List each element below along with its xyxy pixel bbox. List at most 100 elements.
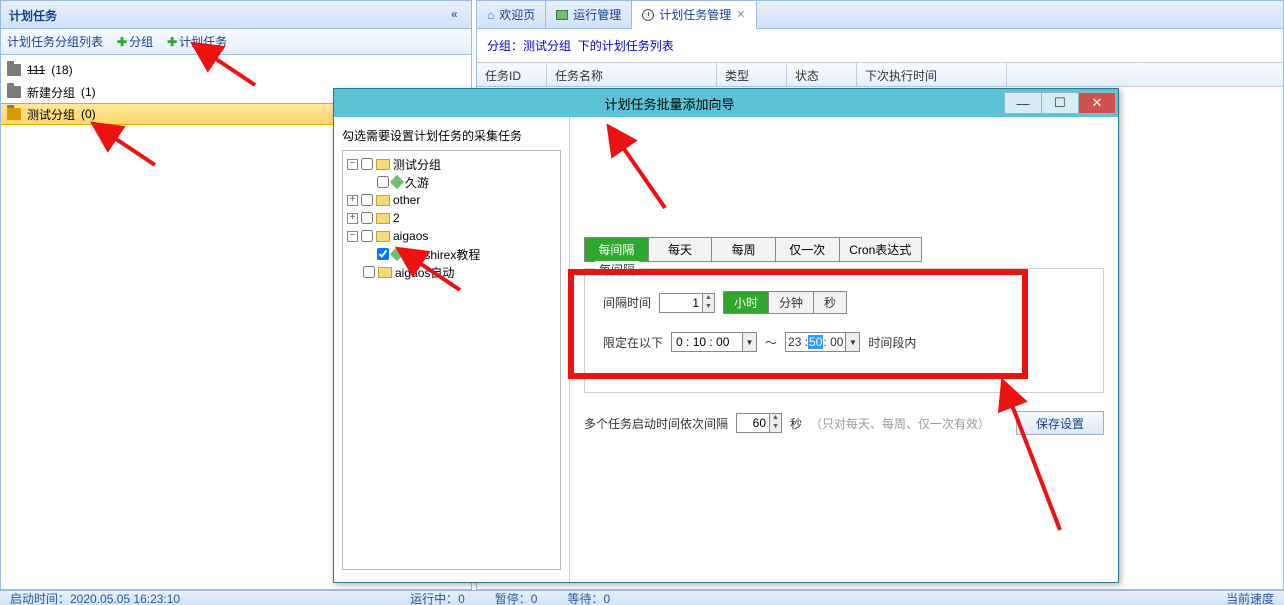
node-checkbox[interactable] <box>361 230 373 242</box>
spin-down-icon[interactable]: ▼ <box>770 423 781 432</box>
close-button[interactable]: ✕ <box>1078 92 1116 114</box>
col-type[interactable]: 类型 <box>717 63 787 86</box>
node-checkbox[interactable] <box>363 266 375 278</box>
tree-leaf[interactable]: cheshirex教程 <box>347 245 556 263</box>
wizard-dialog: 计划任务批量添加向导 ― ☐ ✕ 勾选需要设置计划任务的采集任务 −测试分组 久… <box>333 88 1119 583</box>
folder-icon <box>376 195 390 206</box>
leaf-icon <box>390 247 404 261</box>
tabs-bar: ⌂欢迎页 运行管理 计划任务管理✕ <box>477 1 1283 29</box>
col-next[interactable]: 下次执行时间 <box>857 63 1007 86</box>
expand-icon[interactable]: + <box>347 195 358 206</box>
interval-fieldset: 每间隔 间隔时间 ▲▼ 小时 分钟 秒 限定在以下 ▼ <box>584 268 1104 393</box>
col-id[interactable]: 任务ID <box>477 63 547 86</box>
tab-cron[interactable]: Cron表达式 <box>840 238 921 261</box>
tree-node[interactable]: +other <box>347 191 556 209</box>
tilde: ～ <box>765 334 777 351</box>
sub-header: 分组：测试分组 下的计划任务列表 <box>477 29 1283 63</box>
interval-row: 间隔时间 ▲▼ 小时 分钟 秒 <box>603 291 1085 314</box>
minimize-button[interactable]: ― <box>1004 92 1042 114</box>
save-button[interactable]: 保存设置 <box>1016 411 1104 435</box>
monitor-icon <box>556 10 568 20</box>
status-start-time: 启动时间：2020.05.05 16:23:10 <box>10 590 180 605</box>
schedule-tabs: 每间隔 每天 每周 仅一次 Cron表达式 <box>584 237 922 262</box>
tab-schedule[interactable]: 计划任务管理✕ <box>632 1 756 29</box>
folder-icon <box>376 159 390 170</box>
expand-icon[interactable]: + <box>347 213 358 224</box>
tab-weekly[interactable]: 每周 <box>712 238 776 261</box>
close-icon[interactable]: ✕ <box>736 8 745 21</box>
collapse-icon[interactable]: − <box>347 159 358 170</box>
add-group-button[interactable]: ✚分组 <box>117 33 153 50</box>
unit-hour[interactable]: 小时 <box>724 292 769 313</box>
time-from[interactable]: ▼ <box>671 332 757 352</box>
left-panel-title: 计划任务 « <box>1 1 471 29</box>
left-title-text: 计划任务 <box>9 9 57 23</box>
tree-row-name: 111 <box>27 63 45 77</box>
col-status[interactable]: 状态 <box>787 63 857 86</box>
status-waiting: 等待：0 <box>567 590 610 605</box>
time-to[interactable]: 23 : 50 : 00 ▼ <box>785 332 860 352</box>
status-speed: 当前速度 <box>1226 590 1274 605</box>
interval-label: 间隔时间 <box>603 294 651 311</box>
folder-icon <box>378 267 392 278</box>
status-paused: 暂停：0 <box>495 590 538 605</box>
home-icon: ⌂ <box>487 8 494 22</box>
folder-icon <box>376 231 390 242</box>
tab-interval[interactable]: 每间隔 <box>585 238 649 261</box>
plus-icon: ✚ <box>117 35 127 49</box>
node-checkbox[interactable] <box>361 212 373 224</box>
tree-row-name: 新建分组 <box>27 84 75 101</box>
limit-row: 限定在以下 ▼ ～ 23 : 50 : 00 ▼ 时间段内 <box>603 332 1085 352</box>
tab-once[interactable]: 仅一次 <box>776 238 840 261</box>
tree-node[interactable]: −aigaos <box>347 227 556 245</box>
dialog-right: 每间隔 每天 每周 仅一次 Cron表达式 每间隔 间隔时间 ▲▼ 小时 分钟 <box>570 117 1118 582</box>
folder-icon <box>7 108 21 120</box>
tree-row-count: (18) <box>51 63 72 77</box>
multi-input[interactable] <box>736 413 770 433</box>
col-name[interactable]: 任务名称 <box>547 63 717 86</box>
limit-suffix: 时间段内 <box>868 334 916 351</box>
tab-welcome[interactable]: ⌂欢迎页 <box>477 1 546 28</box>
multi-note: （只对每天、每周、仅一次有效） <box>810 415 990 432</box>
task-tree: −测试分组 久游 +other +2 −aigaos cheshirex教程 a… <box>342 150 561 570</box>
spin-up-icon[interactable]: ▲ <box>770 414 781 423</box>
folder-icon <box>376 213 390 224</box>
spin-down-icon[interactable]: ▼ <box>703 303 714 312</box>
collapse-icon[interactable]: − <box>347 231 358 242</box>
tree-node[interactable]: −测试分组 <box>347 155 556 173</box>
unit-minute[interactable]: 分钟 <box>769 292 814 313</box>
unit-second[interactable]: 秒 <box>814 292 846 313</box>
leaf-icon <box>390 175 404 189</box>
multi-label: 多个任务启动时间依次间隔 <box>584 415 728 432</box>
multi-task-row: 多个任务启动时间依次间隔 ▲▼ 秒 （只对每天、每周、仅一次有效） 保存设置 <box>584 411 1104 435</box>
tree-leaf[interactable]: 久游 <box>347 173 556 191</box>
folder-icon <box>7 64 21 76</box>
multi-spinner[interactable]: ▲▼ <box>736 413 782 433</box>
dropdown-icon[interactable]: ▼ <box>742 333 756 351</box>
interval-spinner[interactable]: ▲▼ <box>659 293 715 313</box>
tree-row-count: (0) <box>81 107 96 121</box>
dialog-hint: 勾选需要设置计划任务的采集任务 <box>342 127 561 144</box>
node-checkbox[interactable] <box>361 158 373 170</box>
tree-row[interactable]: 111 (18) <box>1 59 471 81</box>
tree-leaf[interactable]: aigaos自动 <box>347 263 556 281</box>
node-checkbox[interactable] <box>377 176 389 188</box>
maximize-button[interactable]: ☐ <box>1041 92 1079 114</box>
node-checkbox[interactable] <box>361 194 373 206</box>
group-list-label: 计划任务分组列表 <box>7 33 103 50</box>
unit-buttons: 小时 分钟 秒 <box>723 291 847 314</box>
tab-run[interactable]: 运行管理 <box>546 1 632 28</box>
tree-node[interactable]: +2 <box>347 209 556 227</box>
tab-daily[interactable]: 每天 <box>649 238 713 261</box>
status-bar: 启动时间：2020.05.05 16:23:10 运行中：0 暂停：0 等待：0… <box>0 590 1284 605</box>
node-checkbox[interactable] <box>377 248 389 260</box>
fieldset-legend: 每间隔 <box>595 261 639 278</box>
dialog-titlebar[interactable]: 计划任务批量添加向导 ― ☐ ✕ <box>334 89 1118 117</box>
dialog-title-text: 计划任务批量添加向导 <box>334 94 1005 113</box>
spin-up-icon[interactable]: ▲ <box>703 294 714 303</box>
clock-icon <box>642 9 654 21</box>
collapse-icon[interactable]: « <box>451 7 465 21</box>
dropdown-icon[interactable]: ▼ <box>845 333 859 351</box>
add-task-button[interactable]: ✚计划任务 <box>167 33 227 50</box>
interval-input[interactable] <box>659 293 703 313</box>
